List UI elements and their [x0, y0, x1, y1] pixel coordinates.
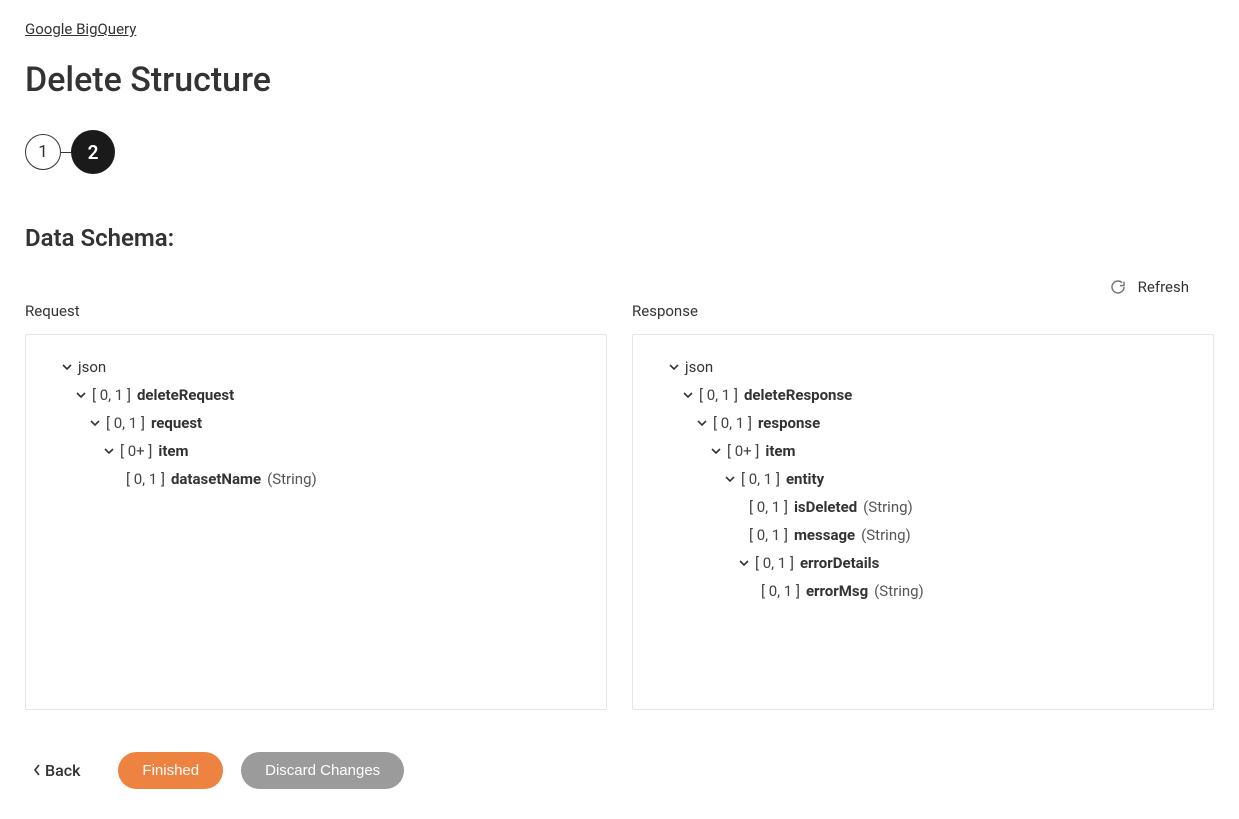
request-header: Request [25, 302, 607, 320]
node-name: deleteResponse [744, 386, 852, 404]
tree-row[interactable]: [ 0, 1 ] isDeleted (String) [645, 493, 1201, 521]
node-cardinality: [ 0, 1 ] [106, 414, 145, 432]
chevron-down-icon[interactable] [669, 362, 679, 372]
tree-row[interactable]: [ 0, 1 ] deleteResponse [645, 381, 1201, 409]
step-1[interactable]: 1 [25, 134, 61, 170]
node-cardinality: [ 0, 1 ] [761, 582, 800, 600]
node-name: json [78, 358, 106, 376]
chevron-down-icon[interactable] [697, 418, 707, 428]
node-cardinality: [ 0+ ] [727, 442, 759, 460]
node-cardinality: [ 0, 1 ] [749, 498, 788, 516]
schema-panels: Request json [ 0, 1 ] deleteRequest [ [25, 296, 1214, 710]
refresh-button[interactable]: Refresh [25, 278, 1214, 296]
chevron-down-icon[interactable] [62, 362, 72, 372]
node-name: errorDetails [800, 554, 879, 572]
node-name: item [765, 442, 795, 460]
tree-row[interactable]: [ 0, 1 ] datasetName (String) [38, 465, 594, 493]
chevron-down-icon[interactable] [90, 418, 100, 428]
back-label: Back [45, 761, 80, 780]
chevron-down-icon[interactable] [104, 446, 114, 456]
node-type: (String) [861, 526, 911, 544]
node-cardinality: [ 0, 1 ] [126, 470, 165, 488]
request-box: json [ 0, 1 ] deleteRequest [ 0, 1 ] req… [25, 334, 607, 710]
response-header: Response [632, 302, 1214, 320]
node-name: response [758, 414, 820, 432]
chevron-down-icon[interactable] [739, 558, 749, 568]
chevron-down-icon[interactable] [76, 390, 86, 400]
section-title: Data Schema: [25, 224, 1214, 252]
finished-button[interactable]: Finished [118, 752, 223, 789]
tree-row[interactable]: [ 0+ ] item [645, 437, 1201, 465]
node-name: item [158, 442, 188, 460]
tree-row[interactable]: [ 0, 1 ] entity [645, 465, 1201, 493]
node-name: message [794, 526, 855, 544]
node-name: json [685, 358, 713, 376]
step-2[interactable]: 2 [71, 130, 115, 174]
node-name: datasetName [171, 470, 261, 488]
node-cardinality: [ 0, 1 ] [92, 386, 131, 404]
back-button[interactable]: Back [33, 761, 80, 780]
node-name: errorMsg [806, 582, 868, 600]
response-box: json [ 0, 1 ] deleteResponse [ 0, 1 ] re… [632, 334, 1214, 710]
node-cardinality: [ 0, 1 ] [699, 386, 738, 404]
refresh-icon [1110, 279, 1126, 295]
node-cardinality: [ 0, 1 ] [741, 470, 780, 488]
footer-actions: Back Finished Discard Changes [25, 752, 1214, 789]
node-cardinality: [ 0+ ] [120, 442, 152, 460]
request-panel: Request json [ 0, 1 ] deleteRequest [ [25, 296, 607, 710]
node-cardinality: [ 0, 1 ] [749, 526, 788, 544]
node-name: isDeleted [794, 498, 857, 516]
tree-row[interactable]: [ 0, 1 ] deleteRequest [38, 381, 594, 409]
tree-row[interactable]: json [645, 353, 1201, 381]
discard-changes-button[interactable]: Discard Changes [241, 752, 404, 789]
response-panel: Response json [ 0, 1 ] deleteResponse [632, 296, 1214, 710]
tree-row[interactable]: [ 0+ ] item [38, 437, 594, 465]
breadcrumb-link[interactable]: Google BigQuery [25, 20, 136, 38]
tree-row[interactable]: json [38, 353, 594, 381]
tree-row[interactable]: [ 0, 1 ] response [645, 409, 1201, 437]
node-type: (String) [267, 470, 317, 488]
chevron-left-icon [33, 761, 41, 780]
step-connector [61, 152, 71, 153]
stepper: 1 2 [25, 130, 1214, 174]
node-cardinality: [ 0, 1 ] [755, 554, 794, 572]
tree-row[interactable]: [ 0, 1 ] request [38, 409, 594, 437]
chevron-down-icon[interactable] [683, 390, 693, 400]
node-name: request [151, 414, 202, 432]
tree-row[interactable]: [ 0, 1 ] errorDetails [645, 549, 1201, 577]
tree-row[interactable]: [ 0, 1 ] errorMsg (String) [645, 577, 1201, 605]
chevron-down-icon[interactable] [725, 474, 735, 484]
refresh-label: Refresh [1138, 278, 1189, 296]
node-name: deleteRequest [137, 386, 234, 404]
tree-row[interactable]: [ 0, 1 ] message (String) [645, 521, 1201, 549]
node-type: (String) [874, 582, 924, 600]
page-title: Delete Structure [25, 60, 1214, 100]
chevron-down-icon[interactable] [711, 446, 721, 456]
node-cardinality: [ 0, 1 ] [713, 414, 752, 432]
node-type: (String) [863, 498, 913, 516]
node-name: entity [786, 470, 824, 488]
